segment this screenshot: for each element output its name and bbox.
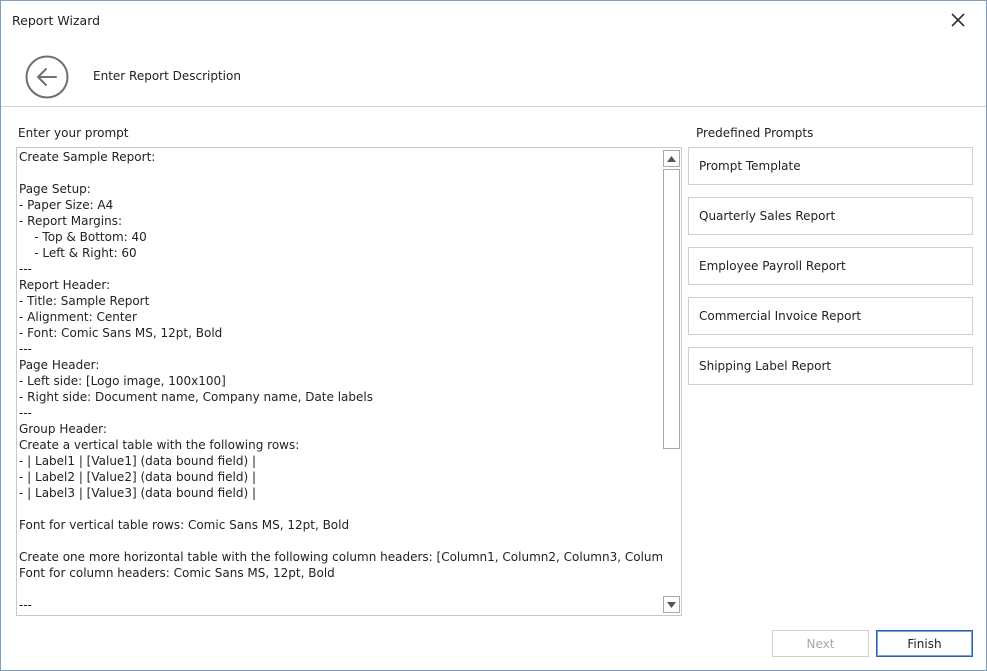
preset-commercial-invoice-report[interactable]: Commercial Invoice Report	[688, 297, 973, 335]
finish-button[interactable]: Finish	[876, 630, 973, 657]
report-wizard-window: Report Wizard Enter Report Description E…	[0, 0, 987, 671]
preset-shipping-label-report[interactable]: Shipping Label Report	[688, 347, 973, 385]
back-button[interactable]	[25, 55, 69, 99]
chevron-up-icon	[667, 155, 676, 162]
window-title: Report Wizard	[12, 13, 101, 28]
predefined-prompts-label: Predefined Prompts	[696, 126, 814, 140]
prompt-textarea[interactable]: Create Sample Report: Page Setup: - Pape…	[16, 147, 682, 616]
prompt-label: Enter your prompt	[18, 126, 129, 140]
next-button[interactable]: Next	[772, 630, 869, 657]
page-title: Enter Report Description	[93, 69, 241, 83]
prompt-text[interactable]: Create Sample Report: Page Setup: - Pape…	[19, 149, 663, 613]
scroll-up-button[interactable]	[663, 150, 680, 167]
back-arrow-icon	[25, 55, 69, 99]
scroll-down-button[interactable]	[663, 596, 680, 613]
chevron-down-icon	[667, 601, 676, 608]
close-icon	[951, 13, 965, 27]
preset-quarterly-sales-report[interactable]: Quarterly Sales Report	[688, 197, 973, 235]
close-button[interactable]	[945, 7, 971, 33]
vertical-scrollbar[interactable]	[662, 148, 681, 615]
preset-prompt-template[interactable]: Prompt Template	[688, 147, 973, 185]
scrollbar-thumb[interactable]	[663, 169, 680, 449]
header-divider	[1, 106, 986, 107]
preset-employee-payroll-report[interactable]: Employee Payroll Report	[688, 247, 973, 285]
